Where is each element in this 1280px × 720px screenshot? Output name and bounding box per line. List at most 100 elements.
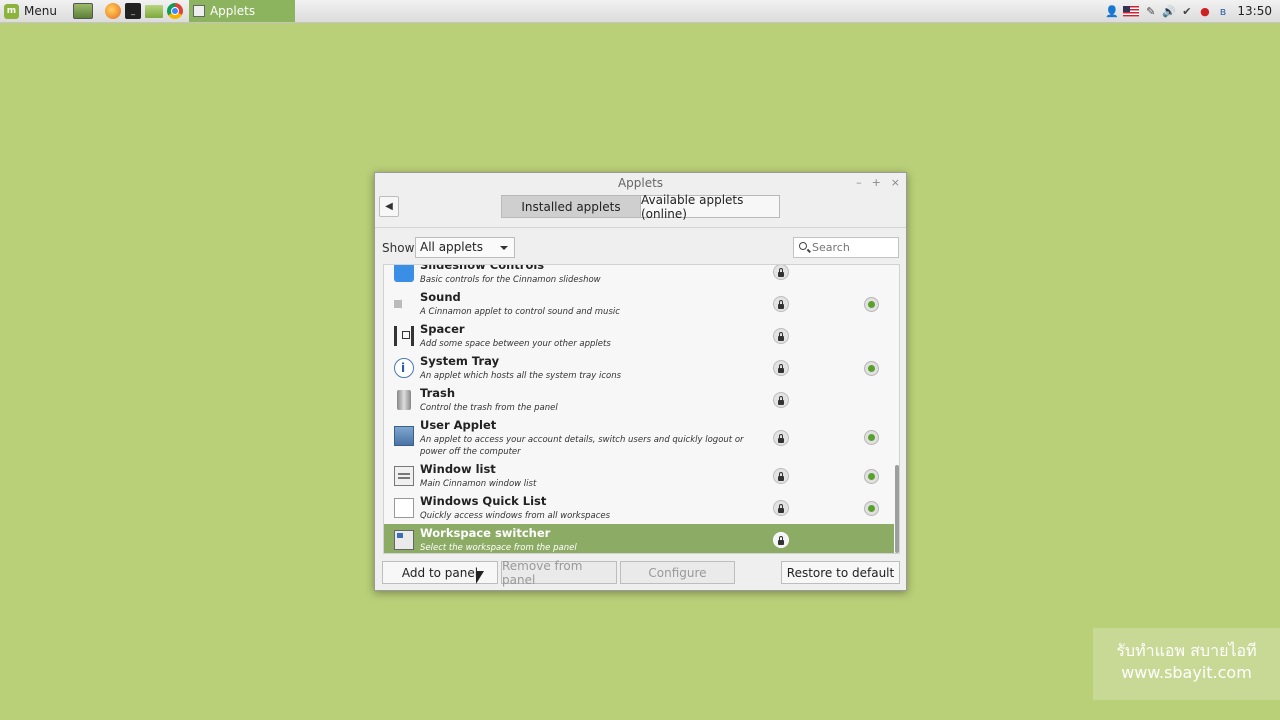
applet-description: An applet which hosts all the system tra… — [420, 371, 622, 381]
show-filter-value: All applets — [420, 240, 483, 254]
lock-icon — [773, 296, 789, 312]
taskbar-item-label: Applets — [209, 4, 256, 18]
applets-window: Applets – + × ◀ Installed applets Availa… — [374, 172, 907, 591]
active-indicator-icon — [864, 469, 879, 484]
restore-to-default-button[interactable]: Restore to default — [781, 561, 900, 584]
applet-row-window-list[interactable]: Window list Main Cinnamon window list — [384, 460, 894, 492]
windows-quick-list-icon — [394, 498, 414, 518]
applet-name: System Tray — [420, 354, 500, 368]
window-title: Applets — [617, 176, 664, 190]
volume-icon[interactable]: 🔊 — [1162, 5, 1176, 18]
applet-description: Quickly access windows from all workspac… — [420, 511, 611, 521]
applet-name: User Applet — [420, 418, 497, 432]
applet-name: Trash — [420, 386, 456, 400]
back-button[interactable]: ◀ — [379, 196, 399, 217]
show-desktop-icon[interactable] — [72, 3, 93, 19]
search-input[interactable] — [812, 239, 892, 256]
watermark-line-2: www.sbayit.com — [1121, 663, 1252, 682]
active-indicator-icon — [864, 501, 879, 516]
window-list-icon — [394, 466, 414, 486]
window-titlebar[interactable]: Applets – + × — [375, 173, 906, 193]
chevron-down-icon — [500, 246, 508, 250]
tab-installed-applets[interactable]: Installed applets — [501, 195, 641, 218]
top-panel: m Menu _ Applets 👤 ✎ 🔊 ✔ ● ʙ 13:50 — [0, 0, 1280, 23]
watermark-line-1: รับทำแอพ สบายไอที — [1116, 641, 1257, 660]
lock-icon — [773, 360, 789, 376]
tab-available-applets[interactable]: Available applets (online) — [641, 193, 780, 221]
applet-name: Workspace switcher — [420, 526, 551, 540]
mouse-cursor-icon — [476, 571, 484, 584]
terminal-icon[interactable]: _ — [124, 3, 141, 19]
close-button[interactable]: × — [891, 173, 900, 193]
remove-from-panel-button[interactable]: Remove from panel — [501, 559, 617, 587]
update-icon[interactable]: ● — [1198, 5, 1211, 18]
toolbar: ◀ Installed applets Available applets (o… — [375, 193, 906, 228]
applet-row-workspace-switcher[interactable]: Workspace switcher Select the workspace … — [384, 524, 894, 553]
applet-row-spacer[interactable]: Spacer Add some space between your other… — [384, 320, 894, 352]
applet-name: Windows Quick List — [420, 494, 547, 508]
lock-icon — [773, 328, 789, 344]
trash-icon — [397, 390, 411, 410]
lock-icon — [773, 500, 789, 516]
list-scrollbar[interactable] — [895, 465, 899, 553]
applet-description: Main Cinnamon window list — [420, 479, 537, 489]
lock-icon — [773, 392, 789, 408]
lock-icon — [773, 468, 789, 484]
minimize-button[interactable]: – — [856, 173, 862, 193]
menu-label: Menu — [24, 4, 57, 18]
clock[interactable]: 13:50 — [1237, 4, 1272, 18]
arrow-left-icon: ◀ — [385, 201, 393, 212]
mint-logo-icon: m — [4, 3, 19, 19]
taskbar-item-applets[interactable]: Applets — [188, 0, 295, 22]
applet-description: Add some space between your other applet… — [420, 339, 611, 349]
configure-button[interactable]: Configure — [620, 561, 735, 584]
applet-row-trash[interactable]: Trash Control the trash from the panel — [384, 384, 894, 416]
user-icon — [394, 426, 414, 446]
shield-icon[interactable]: ✔ — [1180, 5, 1193, 18]
applet-description: A Cinnamon applet to control sound and m… — [420, 307, 620, 317]
keyboard-layout-flag-icon[interactable] — [1123, 5, 1140, 17]
spacer-icon — [394, 326, 414, 346]
applet-row-sound[interactable]: Sound A Cinnamon applet to control sound… — [384, 288, 894, 320]
workspace-switcher-icon — [394, 530, 414, 550]
maximize-button[interactable]: + — [872, 173, 881, 193]
lock-icon — [773, 265, 789, 280]
slideshow-icon — [394, 265, 414, 282]
applet-row-user-applet[interactable]: User Applet An applet to access your acc… — [384, 416, 894, 460]
chrome-icon[interactable] — [166, 3, 183, 19]
applet-row-windows-quick-list[interactable]: Windows Quick List Quickly access window… — [384, 492, 894, 524]
applet-description: An applet to access your account details… — [420, 435, 744, 457]
pen-icon[interactable]: ✎ — [1144, 5, 1157, 18]
active-indicator-icon — [864, 430, 879, 445]
system-tray: 👤 ✎ 🔊 ✔ ● ʙ 13:50 — [1105, 0, 1272, 22]
active-indicator-icon — [864, 297, 879, 312]
show-label: Show — [382, 241, 415, 255]
files-icon[interactable] — [144, 4, 163, 18]
lock-icon — [773, 532, 789, 548]
applet-description: Basic controls for the Cinnamon slidesho… — [420, 275, 601, 285]
applet-name: Spacer — [420, 322, 465, 336]
applet-description: Select the workspace from the panel — [420, 543, 577, 553]
applet-name: Sound — [420, 290, 461, 304]
user-icon[interactable]: 👤 — [1105, 5, 1119, 18]
bluetooth-icon[interactable]: ʙ — [1216, 5, 1229, 18]
applets-window-icon — [192, 5, 205, 17]
sound-icon — [394, 294, 408, 314]
applet-row-system-tray[interactable]: System Tray An applet which hosts all th… — [384, 352, 894, 384]
watermark: รับทำแอพ สบายไอที www.sbayit.com — [1093, 628, 1280, 700]
search-box[interactable] — [793, 237, 899, 258]
applet-row-slideshow-controls[interactable]: Slideshow Controls Basic controls for th… — [384, 264, 894, 288]
system-tray-icon — [394, 358, 414, 378]
lock-icon — [773, 430, 789, 446]
applet-name: Slideshow Controls — [420, 264, 545, 272]
applet-name: Window list — [420, 462, 496, 476]
active-indicator-icon — [864, 361, 879, 376]
show-filter-dropdown[interactable]: All applets — [415, 237, 515, 258]
search-icon — [799, 242, 807, 250]
firefox-icon[interactable] — [104, 3, 121, 19]
filter-row: Show All applets — [375, 228, 906, 264]
menu-button[interactable]: m Menu — [0, 0, 63, 22]
tab-bar: Installed applets Available applets (onl… — [501, 193, 780, 221]
applet-list[interactable]: Slideshow Controls Basic controls for th… — [383, 264, 900, 554]
applet-description: Control the trash from the panel — [420, 403, 558, 413]
